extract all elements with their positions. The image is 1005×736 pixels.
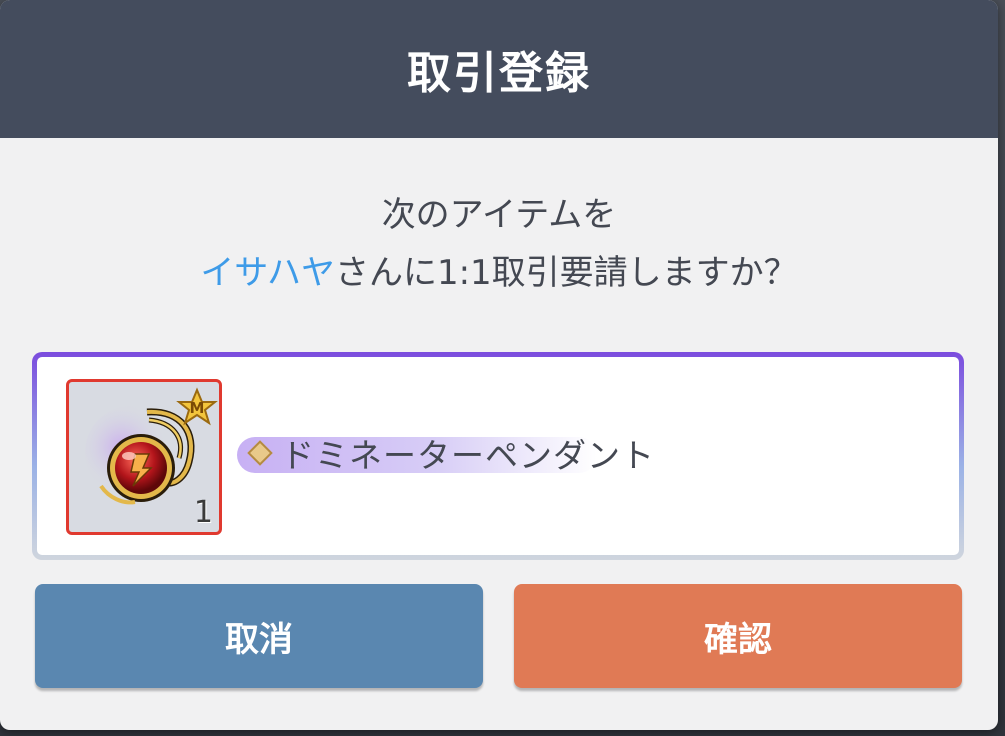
- trade-registration-dialog: 取引登録 次のアイテムを イサハヤさんに1:1取引要請しますか？ M 1 ドミネ…: [0, 0, 998, 730]
- item-panel: M 1 ドミネーターペンダント: [32, 352, 964, 560]
- message-line-2-text: さんに1:1取引要請しますか？: [334, 253, 798, 293]
- dialog-title: 取引登録: [407, 48, 591, 99]
- item-slot[interactable]: M 1: [66, 379, 222, 535]
- item-name-label: ドミネーターペンダント: [237, 433, 655, 475]
- item-badge: M: [190, 399, 205, 417]
- confirm-button[interactable]: 確認: [514, 584, 962, 688]
- item-quantity: 1: [193, 495, 213, 530]
- cancel-button[interactable]: 取消: [35, 584, 483, 688]
- message-line-1: 次のアイテムを: [381, 195, 617, 235]
- item-name: ドミネーターペンダント: [281, 436, 655, 475]
- dialog-header: 取引登録: [0, 0, 998, 138]
- confirmation-message: 次のアイテムを イサハヤさんに1:1取引要請しますか？: [0, 186, 998, 302]
- player-name: イサハヤ: [200, 253, 335, 293]
- message-line-2: イサハヤさんに1:1取引要請しますか？: [0, 244, 998, 302]
